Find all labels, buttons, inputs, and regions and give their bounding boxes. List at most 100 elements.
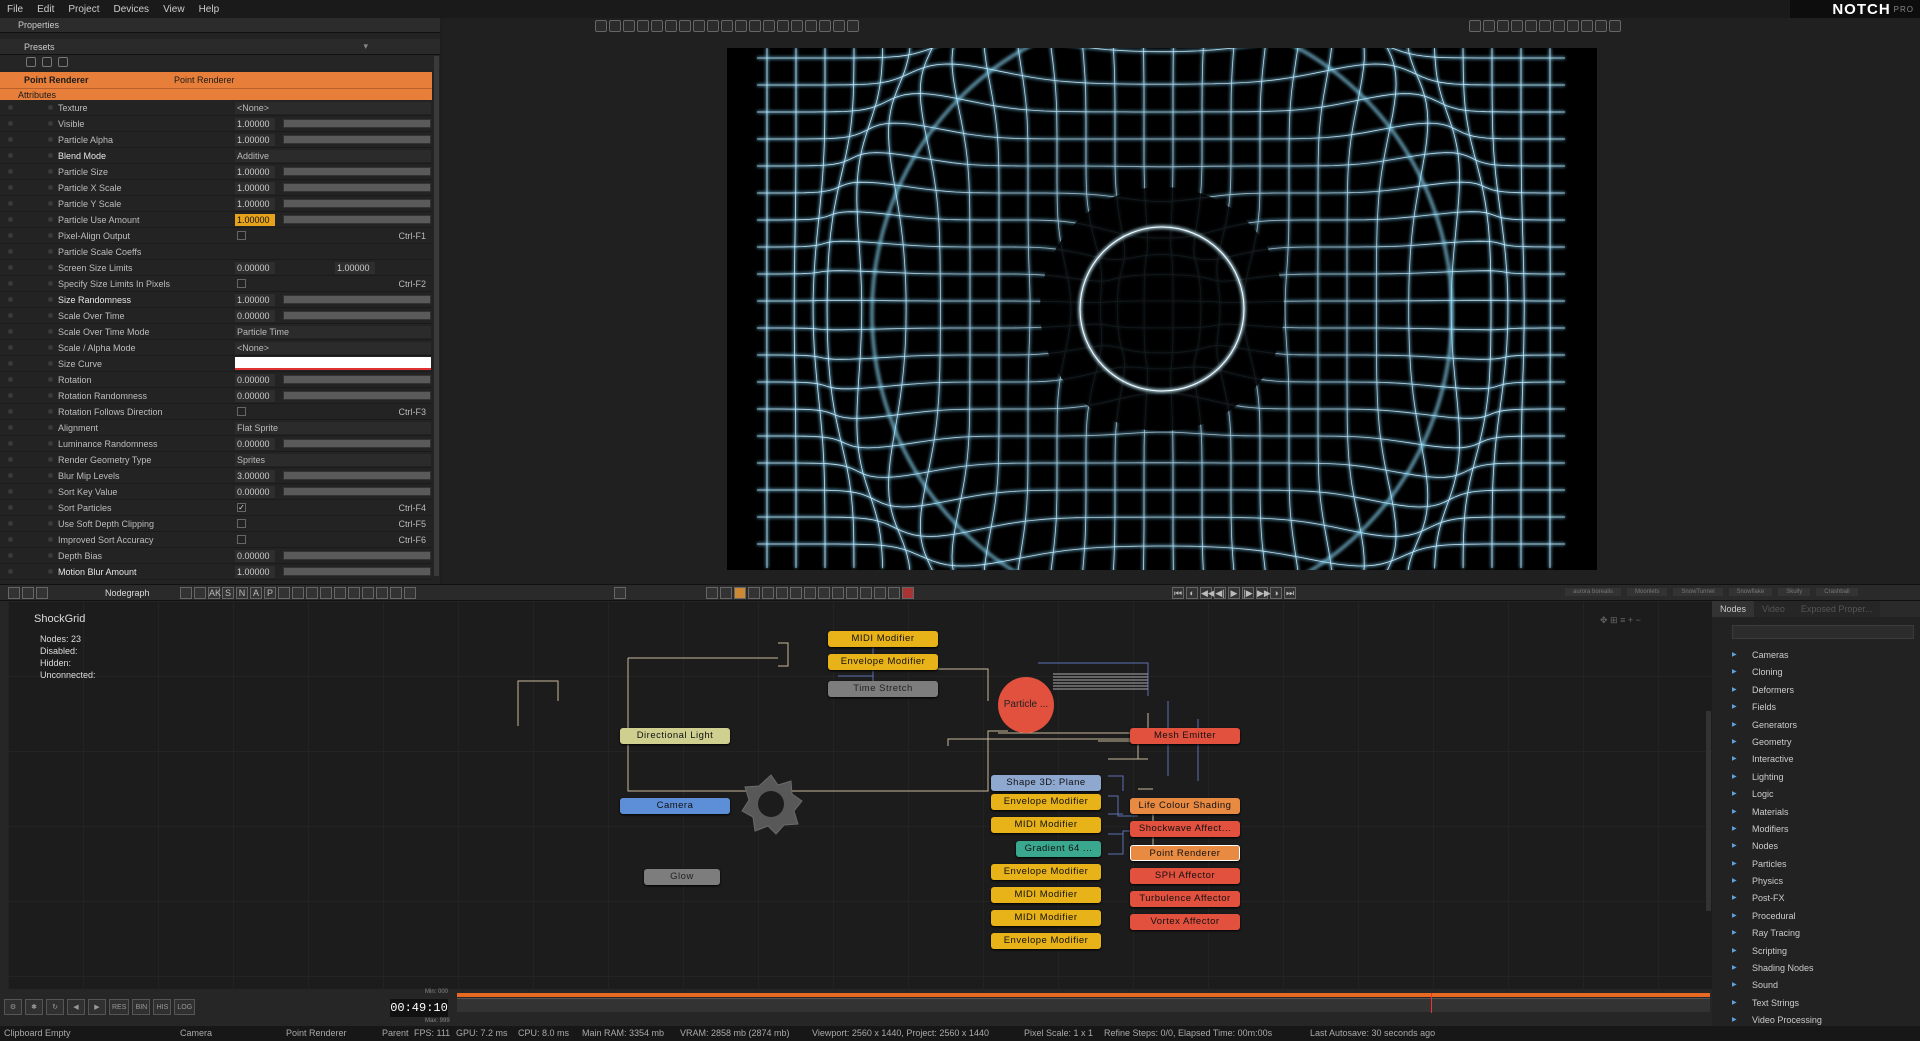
expose-dot-icon[interactable] (48, 297, 53, 302)
plus-icon[interactable] (1483, 20, 1495, 32)
attribute-slider[interactable] (283, 215, 431, 224)
attribute-value-field[interactable]: 1.00000 (235, 165, 275, 178)
loop-icon[interactable]: ◐ (1186, 587, 1198, 599)
settings-icon[interactable]: ✱ (25, 999, 43, 1015)
attribute-slider[interactable] (283, 439, 431, 448)
library-category[interactable]: Geometry (1712, 734, 1920, 752)
menu-help[interactable]: Help (192, 4, 227, 15)
attribute-slider[interactable] (283, 119, 431, 128)
layer-tab[interactable]: Skully (1778, 588, 1811, 596)
library-category[interactable]: Scripting (1712, 943, 1920, 961)
attribute-slider[interactable] (283, 183, 431, 192)
attribute-value-field[interactable]: 0.00000 (235, 261, 275, 274)
select-icon[interactable] (637, 20, 649, 32)
node-shape-3d-plane[interactable]: Shape 3D: Plane (991, 775, 1101, 791)
library-category[interactable]: Sound (1712, 977, 1920, 995)
attribute-value-field[interactable]: 1.00000 (235, 117, 275, 130)
target-icon[interactable] (42, 57, 52, 67)
layer-tab[interactable]: Moonlets (1627, 588, 1668, 596)
expose-dot-icon[interactable] (48, 329, 53, 334)
library-category[interactable]: Physics (1712, 873, 1920, 891)
node-glow[interactable]: Glow (644, 869, 720, 885)
attribute-slider[interactable] (283, 471, 431, 480)
tab-video[interactable]: Video (1754, 601, 1793, 617)
pin-icon[interactable] (390, 587, 402, 599)
layer-tab[interactable]: SnowTunnel (1673, 588, 1723, 596)
grid-icon[interactable] (720, 587, 732, 599)
timeline-ruler[interactable] (457, 993, 1710, 1013)
rewind-icon[interactable]: ◀◀ (1200, 587, 1215, 599)
attribute-dropdown[interactable]: Additive (235, 149, 431, 162)
keyframe-dot-icon[interactable] (8, 361, 13, 366)
node-camera[interactable]: Camera (620, 798, 730, 814)
keyframe-dot-icon[interactable] (8, 201, 13, 206)
attribute-value-field[interactable]: 1.00000 (235, 197, 275, 210)
attribute-dropdown[interactable]: Flat Sprite (235, 421, 431, 434)
attribute-slider[interactable] (283, 295, 431, 304)
keyframe-dot-icon[interactable] (8, 441, 13, 446)
attribute-value-field[interactable]: 0.00000 (235, 549, 275, 562)
video-icon[interactable] (776, 587, 788, 599)
attribute-dropdown[interactable]: <None> (235, 101, 431, 114)
keyframe-dot-icon[interactable] (8, 521, 13, 526)
attribute-value-field[interactable]: 1.00000 (335, 261, 375, 274)
attribute-dropdown[interactable]: Sprites (235, 453, 431, 466)
expose-dot-icon[interactable] (48, 441, 53, 446)
tab-nodes[interactable]: Nodes (1712, 601, 1755, 617)
library-category[interactable]: Shading Nodes (1712, 960, 1920, 978)
keyframe-dot-icon[interactable] (8, 457, 13, 462)
node-mesh-emitter[interactable]: Mesh Emitter (1130, 728, 1240, 744)
timeline-range-bar[interactable] (457, 993, 1710, 997)
forward-icon[interactable]: ▶ (88, 999, 106, 1015)
search-icon[interactable] (1553, 20, 1565, 32)
lock-icon[interactable] (832, 587, 844, 599)
attribute-slider[interactable] (283, 311, 431, 320)
expose-dot-icon[interactable] (48, 105, 53, 110)
keyframe-dot-icon[interactable] (8, 249, 13, 254)
route-icon[interactable] (320, 587, 332, 599)
link-icon[interactable] (278, 587, 290, 599)
step-forward-icon[interactable]: |▶ (1242, 587, 1254, 599)
library-category[interactable]: Interactive (1712, 751, 1920, 769)
attribute-value-field[interactable]: 0.00000 (235, 437, 275, 450)
grid-icon[interactable] (693, 20, 705, 32)
expose-dot-icon[interactable] (48, 265, 53, 270)
keyframe-dot-icon[interactable] (8, 265, 13, 270)
menu-file[interactable]: File (0, 4, 30, 15)
target-icon[interactable] (1469, 20, 1481, 32)
node-midi-modifier[interactable]: MIDI Modifier (991, 910, 1101, 926)
expose-dot-icon[interactable] (48, 393, 53, 398)
attribute-value-field[interactable]: 1.00000 (235, 293, 275, 306)
side-tabs[interactable] (0, 601, 8, 989)
expose-dot-icon[interactable] (48, 361, 53, 366)
library-category[interactable]: Nodes (1712, 838, 1920, 856)
keyframe-dot-icon[interactable] (8, 233, 13, 238)
node-life-colour-shading[interactable]: Life Colour Shading (1130, 798, 1240, 814)
library-category[interactable]: Modifiers (1712, 821, 1920, 839)
rotate-icon[interactable] (609, 20, 621, 32)
graph-view-tools[interactable]: ✥ ⊞ ≡ + − (1600, 615, 1641, 626)
attribute-value-field[interactable]: 1.00000 (235, 181, 275, 194)
node-gradient-64[interactable]: Gradient 64 ... (1016, 841, 1101, 857)
tool-n[interactable]: N (236, 587, 248, 599)
camera-icon[interactable] (679, 20, 691, 32)
attribute-slider[interactable] (283, 567, 431, 576)
expose-dot-icon[interactable] (48, 217, 53, 222)
tab-exposed-properties[interactable]: Exposed Proper... (1792, 601, 1881, 617)
attribute-checkbox[interactable] (237, 407, 246, 416)
keyframe-dot-icon[interactable] (8, 537, 13, 542)
attribute-value-field[interactable]: 0.00000 (235, 373, 275, 386)
keyframe-dot-icon[interactable] (8, 505, 13, 510)
keyframe-dot-icon[interactable] (8, 217, 13, 222)
attribute-value-field[interactable]: 0.00000 (235, 485, 275, 498)
size-curve-editor[interactable] (235, 357, 431, 370)
node-midi-modifier[interactable]: MIDI Modifier (828, 631, 938, 647)
eye-icon[interactable] (376, 587, 388, 599)
attribute-value-field[interactable]: 1.00000 (235, 565, 275, 578)
keyframe-dot-icon[interactable] (8, 313, 13, 318)
library-category[interactable]: Cameras (1712, 647, 1920, 665)
expose-dot-icon[interactable] (48, 505, 53, 510)
library-category[interactable]: Procedural (1712, 908, 1920, 926)
filter-icon[interactable] (26, 57, 36, 67)
attribute-value-field[interactable]: 0.00000 (235, 309, 275, 322)
